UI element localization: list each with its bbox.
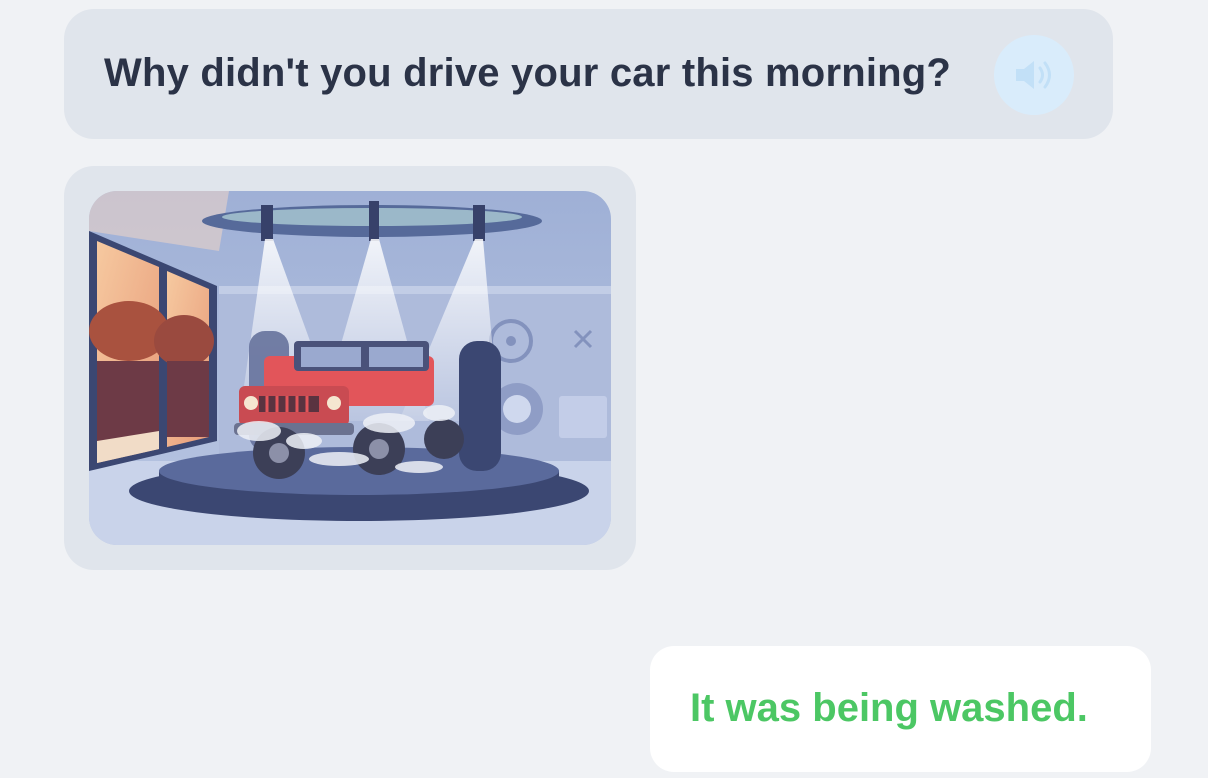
speaker-icon <box>1016 61 1051 89</box>
image-bubble <box>64 166 636 570</box>
question-text: Why didn't you drive your car this morni… <box>104 51 952 95</box>
chat-view: Why didn't you drive your car this morni… <box>0 0 1208 778</box>
audio-play-button[interactable] <box>994 35 1074 115</box>
question-bubble: Why didn't you drive your car this morni… <box>64 9 1113 139</box>
answer-bubble[interactable]: It was being washed. <box>650 646 1151 772</box>
car-wash-illustration <box>89 191 611 545</box>
answer-text: It was being washed. <box>690 686 1088 730</box>
